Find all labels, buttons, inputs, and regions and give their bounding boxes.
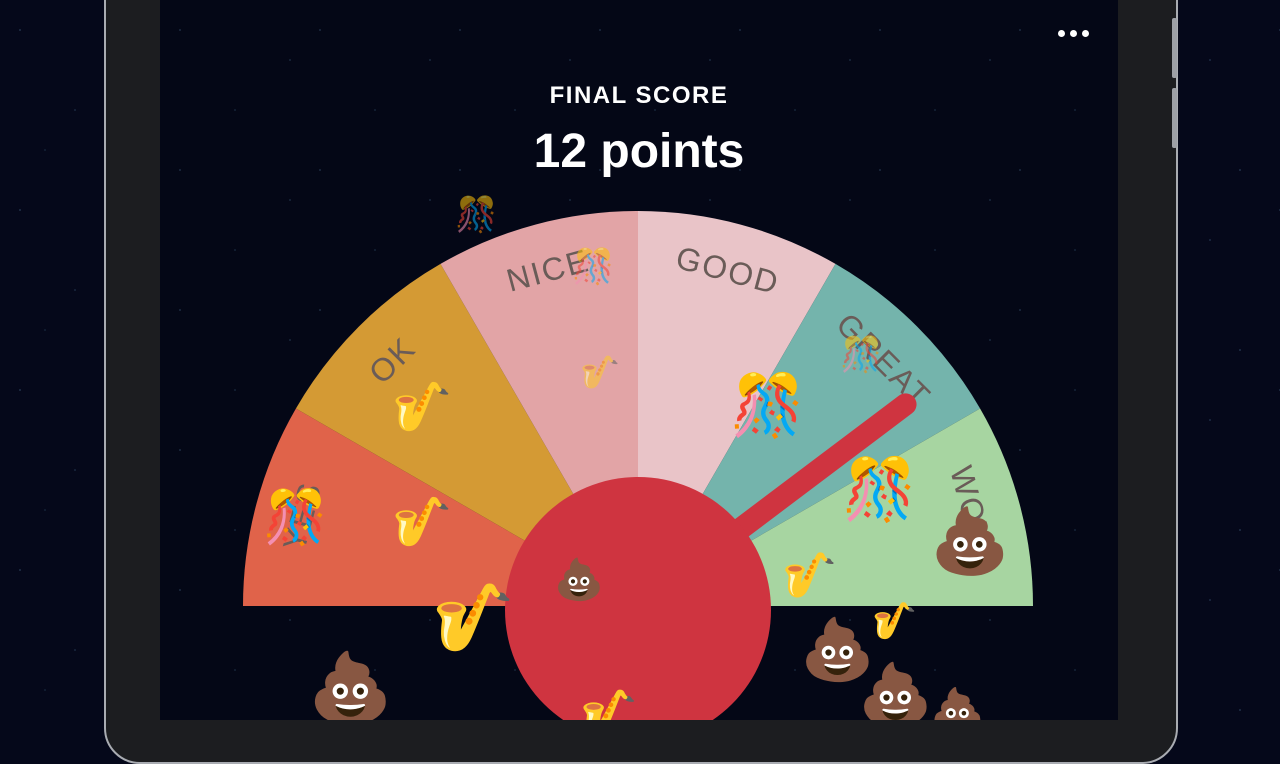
score-dial: YESOKNICE GOODGREATWOW!: [243, 211, 1033, 720]
poop-icon: 💩: [930, 505, 1010, 579]
saxophone-icon: 🎷: [580, 353, 620, 391]
saxophone-icon: 🎷: [392, 379, 452, 435]
saxophone-icon: 🎷: [872, 601, 917, 642]
poop-icon: 💩: [858, 660, 933, 720]
saxophone-icon: 🎷: [432, 579, 515, 656]
poop-icon: 💩: [308, 649, 393, 721]
game-screen: FINAL SCORE 12 points YES OK NICE GOOD GREAT…: [160, 0, 1118, 720]
confetti-icon: 🎊: [842, 455, 917, 525]
saxophone-icon: 🎷: [392, 494, 452, 550]
poop-icon: 💩: [554, 557, 604, 603]
volume-up-button: [1172, 18, 1177, 78]
saxophone-icon: 🎷: [782, 550, 837, 601]
confetti-icon: 🎊: [840, 335, 883, 375]
confetti-icon: 🎊: [572, 247, 615, 287]
volume-down-button: [1172, 88, 1177, 148]
confetti-icon: 🎊: [455, 195, 498, 235]
confetti-icon: 🎊: [263, 488, 328, 548]
poop-icon: 💩: [930, 686, 985, 721]
saxophone-icon: 🎷: [580, 686, 638, 720]
confetti-icon: 🎊: [730, 371, 805, 441]
